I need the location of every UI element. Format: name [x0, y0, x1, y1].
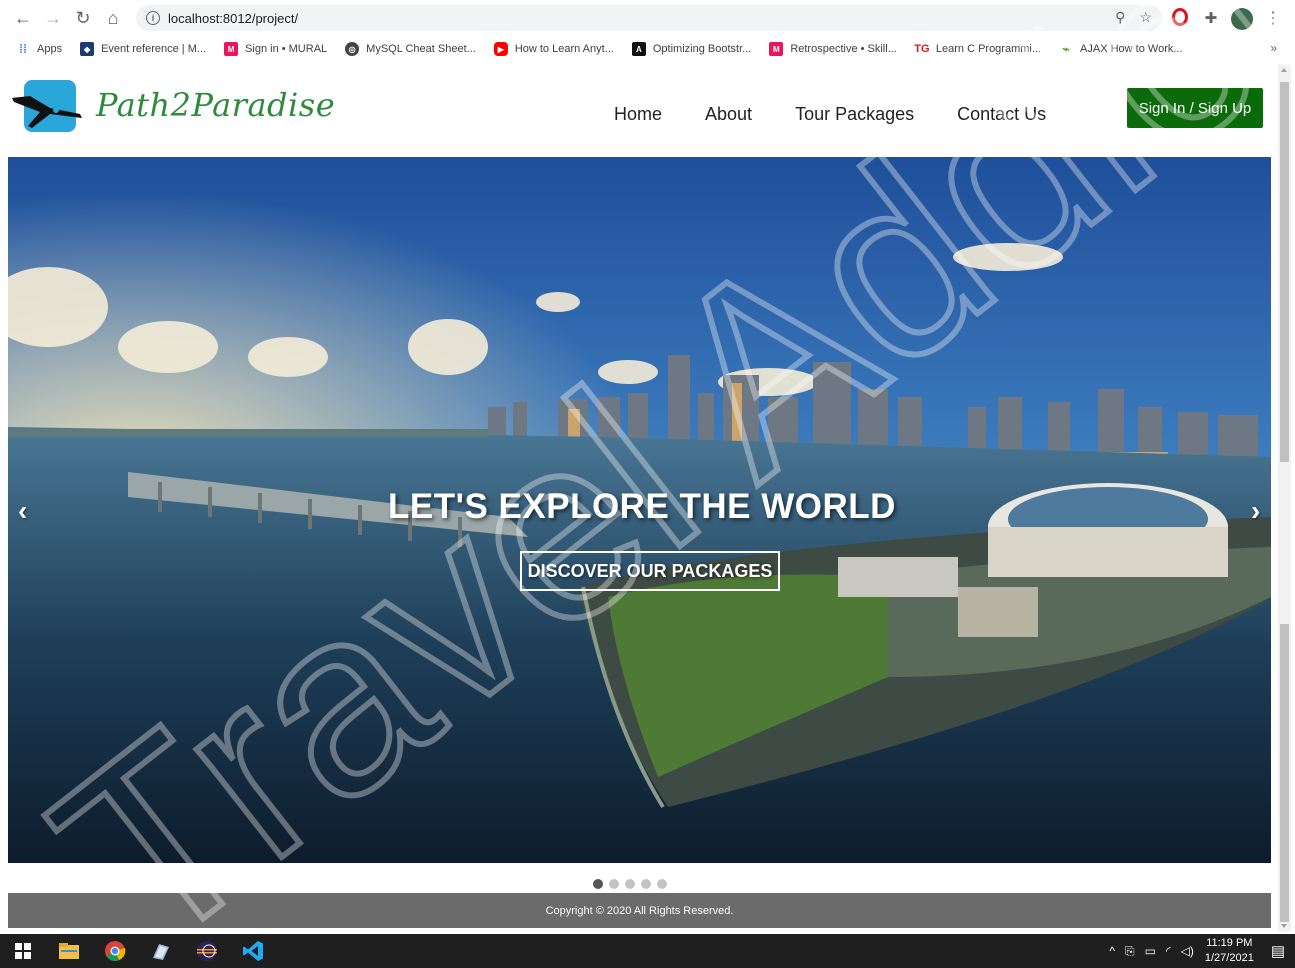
extensions-icon[interactable]: ✚: [1201, 8, 1221, 28]
scroll-up-icon[interactable]: [1281, 68, 1287, 72]
site-info-icon[interactable]: i: [146, 11, 160, 25]
url-text: localhost:8012/project/: [168, 10, 299, 26]
site-footer: Copyright © 2020 All Rights Reserved.: [8, 893, 1271, 928]
browser-toolbar: ← → ↻ ⌂ i localhost:8012/project/ ⚲ ☆ ✚ …: [0, 0, 1295, 36]
home-icon[interactable]: ⌂: [98, 3, 128, 33]
system-tray: ^ ⎘ ▭ ◜ ◁) 11:19 PM 1/27/2021 ▤: [1104, 934, 1295, 968]
airplane-logo-icon: [10, 74, 88, 136]
brand-name: Path2Paradise: [96, 86, 336, 124]
site-logo[interactable]: Path2Paradise: [10, 74, 335, 136]
carousel-dot[interactable]: [641, 879, 651, 889]
web-page: Path2Paradise Home About Tour Packages C…: [0, 64, 1278, 932]
bookmark-bootstrap[interactable]: A Optimizing Bootstr...: [631, 42, 752, 56]
volume-icon[interactable]: ◁): [1181, 944, 1194, 958]
battery-icon[interactable]: ▭: [1145, 944, 1156, 958]
copyright-text: Copyright © 2020 All Rights Reserved.: [545, 904, 734, 917]
bookmark-ajax[interactable]: ⌁ AJAX How to Work...: [1059, 42, 1183, 56]
bookmark-label: Event reference | M...: [101, 43, 207, 55]
scrollbar-track-lower: [1280, 624, 1289, 922]
clock-time: 11:19 PM: [1206, 937, 1253, 949]
file-explorer-icon[interactable]: [46, 934, 92, 968]
windows-taskbar: ^ ⎘ ▭ ◜ ◁) 11:19 PM 1/27/2021 ▤: [0, 934, 1295, 968]
bookmark-retrospective[interactable]: M Retrospective • Skill...: [769, 42, 897, 56]
bookmark-event-reference[interactable]: ◆ Event reference | M...: [80, 42, 206, 56]
wifi-icon[interactable]: ◜: [1166, 944, 1171, 958]
address-bar[interactable]: i localhost:8012/project/ ⚲ ☆: [136, 5, 1162, 31]
hero-carousel: LET'S EXPLORE THE WORLD DISCOVER OUR PAC…: [8, 157, 1271, 863]
meet-now-icon[interactable]: ⎘: [1125, 944, 1135, 959]
bookmark-learn-c[interactable]: TG Learn C Programmi...: [914, 42, 1042, 56]
clock[interactable]: 11:19 PM 1/27/2021: [1205, 936, 1254, 966]
notifications-icon[interactable]: ▤: [1271, 942, 1285, 960]
bookmark-apps[interactable]: ⁞⁞ Apps: [16, 42, 62, 56]
bookmark-label: Optimizing Bootstr...: [652, 43, 752, 55]
ajax-icon: ⌁: [1062, 42, 1070, 56]
main-nav: Home About Tour Packages Contact Us: [614, 104, 1089, 125]
bookmarks-overflow-icon[interactable]: »: [1270, 41, 1277, 55]
hero-title: LET'S EXPLORE THE WORLD: [388, 487, 896, 526]
site-header: Path2Paradise Home About Tour Packages C…: [0, 64, 1278, 157]
bookmark-label: Learn C Programmi...: [935, 43, 1042, 55]
scrollbar-thumb[interactable]: [1280, 82, 1289, 462]
menu-kebab-icon[interactable]: ⋮: [1263, 8, 1283, 28]
bookmark-label: How to Learn Anyt...: [514, 43, 614, 55]
vscode-icon[interactable]: [230, 934, 276, 968]
reload-icon[interactable]: ↻: [68, 3, 98, 33]
bookmark-youtube[interactable]: ▶ How to Learn Anyt...: [493, 42, 614, 56]
youtube-icon: ▶: [493, 42, 508, 56]
mural-icon: M: [769, 42, 784, 56]
bookmark-label: MySQL Cheat Sheet...: [366, 43, 476, 55]
carousel-dot[interactable]: [609, 879, 619, 889]
bookmark-star-icon[interactable]: ☆: [1139, 9, 1152, 26]
nav-tour-packages[interactable]: Tour Packages: [795, 104, 914, 125]
page-scrollbar[interactable]: [1278, 64, 1291, 932]
windows-start-icon[interactable]: [0, 934, 46, 968]
forward-icon[interactable]: →: [38, 3, 68, 33]
mural-icon: M: [224, 42, 239, 56]
bookmark-label: Sign in • MURAL: [245, 43, 328, 55]
tg-icon: TG: [914, 43, 930, 55]
globe-icon: ◎: [345, 42, 360, 56]
nav-home[interactable]: Home: [614, 104, 662, 125]
eclipse-icon[interactable]: [184, 934, 230, 968]
bookmark-label: Retrospective • Skill...: [790, 43, 897, 55]
bookmark-mural[interactable]: M Sign in • MURAL: [224, 42, 327, 56]
discover-packages-button[interactable]: DISCOVER OUR PACKAGES: [520, 551, 780, 591]
apps-icon: ⁞⁞: [19, 42, 27, 56]
show-hidden-icons-icon[interactable]: ^: [1109, 944, 1115, 958]
clock-date: 1/27/2021: [1204, 952, 1254, 964]
zoom-icon[interactable]: ⚲: [1115, 9, 1125, 26]
back-icon[interactable]: ←: [8, 3, 38, 33]
profile-avatar[interactable]: [1231, 8, 1253, 30]
notes-app-icon[interactable]: [138, 934, 184, 968]
nav-contact-us[interactable]: Contact Us: [957, 104, 1046, 125]
carousel-dot[interactable]: [657, 879, 667, 889]
bookmark-label: Apps: [37, 43, 63, 55]
sign-in-button[interactable]: Sign In / Sign Up: [1127, 88, 1263, 128]
bookmarks-bar: ⁞⁞ Apps ◆ Event reference | M... M Sign in …: [0, 36, 1295, 62]
carousel-next-icon[interactable]: ›: [1251, 495, 1260, 527]
opera-icon[interactable]: [1172, 8, 1188, 26]
scroll-down-icon[interactable]: [1281, 924, 1287, 928]
carousel-indicators: [593, 879, 667, 889]
bookmark-label: AJAX How to Work...: [1080, 43, 1183, 55]
carousel-prev-icon[interactable]: ‹: [18, 495, 27, 527]
bookmark-mysql[interactable]: ◎ MySQL Cheat Sheet...: [345, 42, 476, 56]
carousel-dot[interactable]: [593, 879, 603, 889]
carousel-dot[interactable]: [625, 879, 635, 889]
chrome-icon[interactable]: [92, 934, 138, 968]
nav-about[interactable]: About: [705, 104, 752, 125]
event-reference-icon: ◆: [80, 42, 95, 56]
a-letter-icon: A: [631, 42, 646, 56]
